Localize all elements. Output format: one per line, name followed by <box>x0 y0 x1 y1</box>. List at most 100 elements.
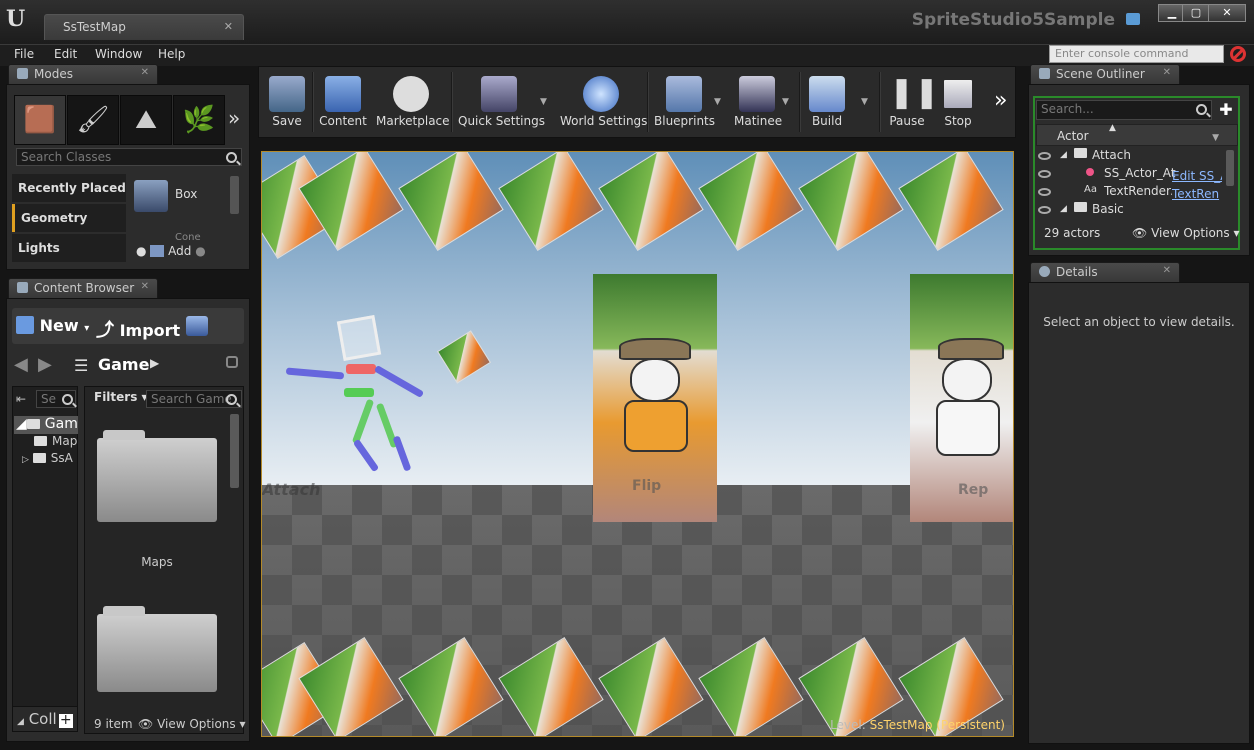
details-tab[interactable]: Details ✕ <box>1030 262 1180 282</box>
classes-scrollbar[interactable] <box>230 176 239 214</box>
build-dropdown-icon[interactable]: ▼ <box>861 97 868 107</box>
new-icon <box>16 316 34 334</box>
unreal-logo-icon[interactable]: U <box>6 6 30 32</box>
content-browser-tab[interactable]: Content Browser ✕ <box>8 278 158 298</box>
place-mode-icon[interactable]: 🟫 <box>14 95 66 145</box>
search-game-input[interactable]: Search Game <box>146 390 242 408</box>
stop-button[interactable]: Stop <box>938 72 978 136</box>
outliner-row-ss-actor[interactable]: SS_Actor_AttEdit SS_A <box>1036 166 1224 184</box>
outliner-row-basic[interactable]: ◢ Basic <box>1036 202 1224 220</box>
toolbar-more-icon[interactable]: » <box>994 88 1007 113</box>
level-viewport[interactable]: Attach Flip Rep Level: SsTestMap (Persis… <box>261 151 1014 737</box>
landscape-mode-icon[interactable]: ⛰ <box>120 95 172 145</box>
blueprints-button[interactable]: Blueprints <box>654 72 715 136</box>
close-tab-icon[interactable]: ✕ <box>224 20 233 33</box>
modes-tab[interactable]: Modes ✕ <box>8 64 158 84</box>
assets-scrollbar[interactable] <box>230 414 239 488</box>
console-input[interactable]: Enter console command <box>1049 45 1224 63</box>
filters-label: Filters <box>94 390 138 404</box>
edit-actor-link[interactable]: Edit SS_A <box>1172 169 1222 183</box>
save-all-icon[interactable] <box>186 316 208 336</box>
menu-window[interactable]: Window <box>95 47 142 61</box>
world-settings-button[interactable]: World Settings <box>560 72 647 136</box>
close-tab-icon[interactable]: ✕ <box>141 281 149 292</box>
outliner-scrollbar[interactable] <box>1226 150 1234 186</box>
matinee-button[interactable]: Matinee <box>734 72 782 136</box>
add-filter-icon[interactable]: ✚ <box>1216 101 1236 119</box>
matinee-dropdown-icon[interactable]: ▼ <box>782 97 789 107</box>
scene-outliner-tab[interactable]: Scene Outliner ✕ <box>1030 64 1180 84</box>
sprite-tile <box>898 152 1004 252</box>
more-modes-icon[interactable]: » <box>228 106 240 130</box>
path-game[interactable]: Game <box>98 355 149 374</box>
eye-icon[interactable] <box>1038 188 1051 196</box>
tree-item-ssa[interactable]: ▷ SsA <box>22 451 78 465</box>
eye-icon[interactable] <box>1038 206 1051 214</box>
tree-item-label: SsA <box>50 451 73 465</box>
close-tab-icon[interactable]: ✕ <box>1163 265 1171 276</box>
eye-icon[interactable] <box>1038 152 1051 160</box>
path-chevron-icon[interactable]: ▶ <box>150 356 159 370</box>
content-browser-tab-label: Content Browser <box>34 281 135 295</box>
folder-icon[interactable] <box>97 606 217 692</box>
menu-edit[interactable]: Edit <box>54 47 77 61</box>
save-button[interactable]: Save <box>264 72 310 136</box>
outliner-column-header[interactable]: Actor ▲ ▼ <box>1036 123 1238 146</box>
outliner-row-textrender[interactable]: Aa TextRenderA TextRen <box>1036 184 1224 202</box>
view-options-button[interactable]: 👁 View Options ▾ <box>138 717 246 731</box>
sprite-tile <box>698 152 804 252</box>
outliner-view-options-button[interactable]: 👁 View Options ▾ <box>1132 226 1240 240</box>
close-tab-icon[interactable]: ✕ <box>1163 67 1171 78</box>
quick-settings-dropdown-icon[interactable]: ▼ <box>540 97 547 107</box>
outliner-search-input[interactable]: Search... <box>1036 100 1212 120</box>
blueprints-dropdown-icon[interactable]: ▼ <box>714 97 721 107</box>
toolbar-separator <box>451 72 453 132</box>
text-render-link[interactable]: TextRen <box>1172 187 1222 201</box>
actor-icon <box>1086 168 1094 176</box>
build-button[interactable]: Build <box>806 72 848 136</box>
clapper-icon <box>739 76 775 112</box>
quick-settings-label: Quick Settings <box>458 114 545 128</box>
lock-icon[interactable] <box>226 356 238 368</box>
content-button[interactable]: Content <box>318 72 368 136</box>
outliner-row-attach[interactable]: ◢ Attach <box>1036 148 1224 166</box>
menu-file[interactable]: File <box>14 47 34 61</box>
tree-root-game[interactable]: ◢ Gam <box>14 416 78 434</box>
maps-folder-icon[interactable] <box>97 430 217 522</box>
category-recently-placed[interactable]: Recently Placed <box>12 174 126 202</box>
stop-console-icon[interactable] <box>1230 46 1246 62</box>
eye-icon[interactable] <box>1038 170 1051 178</box>
path-list-icon[interactable]: ☰ <box>74 356 88 375</box>
category-geometry[interactable]: Geometry <box>12 204 126 232</box>
paint-mode-icon[interactable]: 🖌 <box>67 95 119 145</box>
forward-arrow-icon[interactable]: ▶ <box>38 354 52 375</box>
marketplace-button[interactable]: Marketplace <box>376 72 450 136</box>
tree-toggle-icon[interactable]: ⇤ <box>16 392 26 406</box>
new-button[interactable]: New ▾ <box>16 316 89 335</box>
back-arrow-icon[interactable]: ◀ <box>14 354 28 375</box>
row-label: TextRenderA <box>1104 184 1172 198</box>
menu-help[interactable]: Help <box>158 47 185 61</box>
feedback-icon[interactable] <box>1126 13 1140 25</box>
maximize-button[interactable]: ▢ <box>1182 4 1210 22</box>
folder-icon <box>1074 202 1087 212</box>
collections-bar[interactable]: ◢ Coll + <box>12 706 78 732</box>
close-button[interactable]: ✕ <box>1208 4 1246 22</box>
tree-search-input[interactable]: Se <box>36 390 76 408</box>
add-button[interactable]: ● Add ● <box>136 244 206 258</box>
tree-item-maps[interactable]: Map <box>34 434 78 448</box>
category-lights[interactable]: Lights <box>12 234 126 262</box>
add-collection-icon[interactable]: + <box>58 713 73 728</box>
quick-settings-button[interactable]: Quick Settings <box>458 72 545 136</box>
foliage-mode-icon[interactable]: 🌿 <box>173 95 225 145</box>
column-dropdown-icon[interactable]: ▼ <box>1212 133 1219 143</box>
filters-button[interactable]: Filters ▾ <box>94 390 148 404</box>
close-tab-icon[interactable]: ✕ <box>141 67 149 78</box>
pause-button[interactable]: ❚❚ Pause <box>886 72 939 136</box>
toolbar-separator <box>879 72 881 132</box>
cone-item[interactable]: Cone <box>175 232 201 242</box>
level-tab[interactable]: SsTestMap ✕ <box>44 14 244 40</box>
search-classes-input[interactable]: Search Classes <box>16 148 242 166</box>
box-item[interactable]: Box <box>175 187 197 201</box>
import-button[interactable]: ⤴ Import <box>96 316 180 342</box>
